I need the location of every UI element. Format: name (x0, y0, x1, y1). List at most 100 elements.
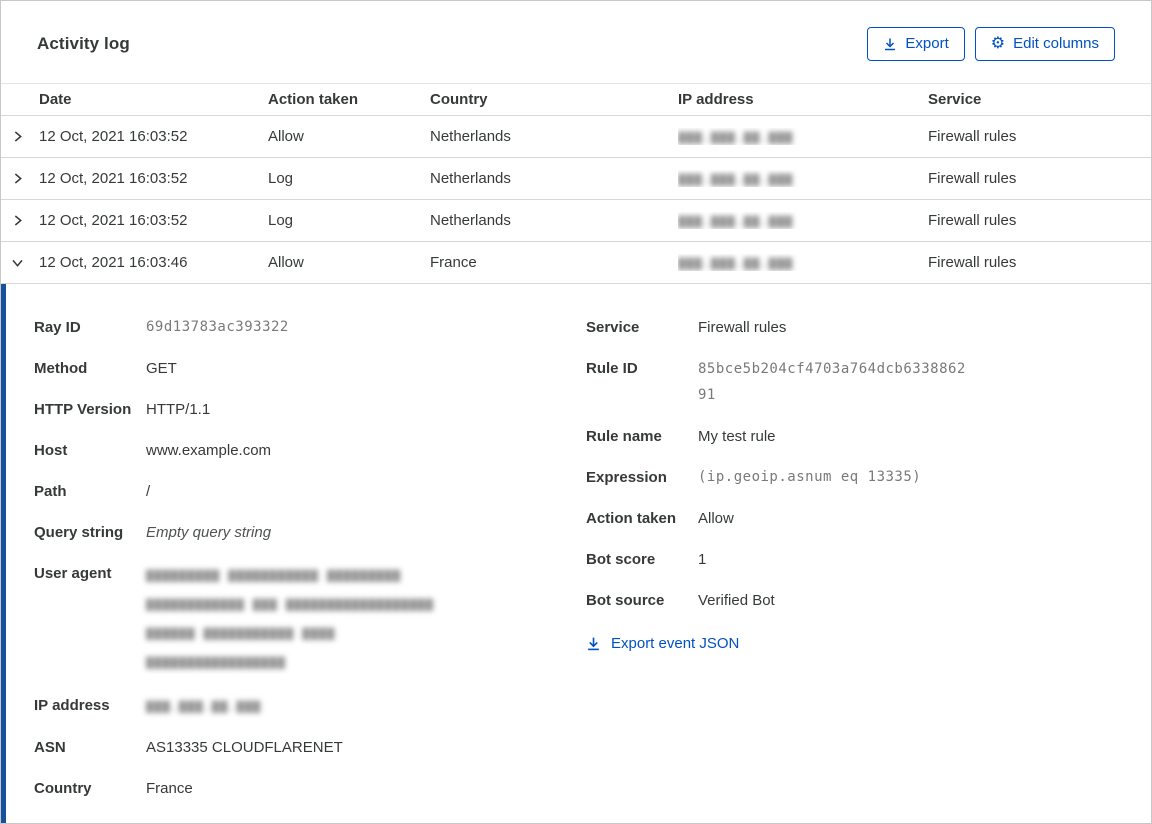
detail-label: Bot score (586, 551, 656, 568)
row-action: Allow (268, 128, 304, 145)
download-icon (883, 37, 897, 51)
row-service: Firewall rules (928, 254, 1017, 271)
redacted-line: ▇▇▇▇▇▇▇▇▇▇▇▇▇▇▇▇▇ (146, 655, 286, 669)
detail-value: Empty query string (146, 524, 272, 541)
detail-label: Service (586, 319, 640, 336)
detail-value: 1 (698, 551, 707, 568)
row-country: Netherlands (430, 212, 511, 229)
detail-label: Ray ID (34, 319, 81, 336)
download-icon (586, 636, 601, 651)
row-country: Netherlands (430, 128, 511, 145)
column-header-service: Service (928, 91, 982, 108)
detail-value: Allow (698, 510, 734, 527)
detail-row-http-version: HTTP Version HTTP/1.1 (34, 397, 586, 422)
detail-row-bot-source: Bot source Verified Bot (586, 588, 1115, 613)
detail-value: France (146, 780, 193, 797)
row-ip-redacted: ▇▇▇.▇▇▇.▇▇.▇▇▇ (678, 172, 794, 186)
table-row-expanded[interactable]: 12 Oct, 2021 16:03:46 Allow France ▇▇▇.▇… (1, 242, 1151, 284)
detail-label: Host (34, 442, 68, 459)
column-header-date: Date (39, 91, 72, 108)
row-action: Log (268, 170, 294, 187)
detail-value: Firewall rules (698, 319, 787, 336)
row-service: Firewall rules (928, 128, 1017, 145)
detail-row-rule-id: Rule ID 85bce5b204cf4703a764dcb633886291 (586, 356, 1115, 408)
row-action: Allow (268, 254, 304, 271)
detail-row-host: Host www.example.com (34, 438, 586, 463)
export-event-json-label: Export event JSON (611, 635, 740, 652)
detail-row-country: Country France (34, 776, 586, 801)
detail-label: IP address (34, 697, 110, 714)
toolbar-buttons: Export ⚙ Edit columns (867, 27, 1115, 61)
redacted-line: ▇▇▇▇▇▇▇▇▇▇▇▇ ▇▇▇ ▇▇▇▇▇▇▇▇▇▇▇▇▇▇▇▇▇▇ (146, 597, 434, 611)
redacted-line: ▇▇▇▇▇▇▇▇▇ ▇▇▇▇▇▇▇▇▇▇▇ ▇▇▇▇▇▇▇▇▇ (146, 568, 401, 582)
collapse-chevron-down-icon[interactable] (1, 255, 39, 270)
redacted-line: ▇▇▇▇▇▇ ▇▇▇▇▇▇▇▇▇▇▇ ▇▇▇▇ (146, 626, 336, 640)
column-header-ip: IP address (678, 91, 754, 108)
row-ip-redacted: ▇▇▇.▇▇▇.▇▇.▇▇▇ (678, 214, 794, 228)
detail-label: Rule ID (586, 360, 638, 377)
detail-row-expression: Expression (ip.geoip.asnum eq 13335) (586, 465, 1115, 490)
detail-label: User agent (34, 565, 112, 582)
detail-row-asn: ASN AS13335 CLOUDFLARENET (34, 735, 586, 760)
detail-value: GET (146, 360, 177, 377)
detail-value: HTTP/1.1 (146, 401, 211, 418)
detail-value: AS13335 CLOUDFLARENET (146, 739, 343, 756)
page-title: Activity log (37, 34, 130, 53)
detail-row-rule-name: Rule name My test rule (586, 424, 1115, 449)
expand-chevron-right-icon[interactable] (1, 129, 39, 144)
event-detail-panel: Ray ID 69d13783ac393322 Method GET HTTP … (1, 284, 1151, 823)
table-row[interactable]: 12 Oct, 2021 16:03:52 Allow Netherlands … (1, 116, 1151, 158)
detail-value: 69d13783ac393322 (146, 319, 289, 335)
expand-chevron-right-icon[interactable] (1, 213, 39, 228)
detail-row-query-string: Query string Empty query string (34, 520, 586, 545)
expand-chevron-right-icon[interactable] (1, 171, 39, 186)
row-date: 12 Oct, 2021 16:03:52 (39, 212, 188, 229)
edit-columns-button[interactable]: ⚙ Edit columns (974, 27, 1115, 61)
table-row[interactable]: 12 Oct, 2021 16:03:52 Log Netherlands ▇▇… (1, 158, 1151, 200)
detail-value: www.example.com (146, 442, 272, 459)
detail-value-redacted: ▇▇▇.▇▇▇.▇▇.▇▇▇ (146, 699, 262, 713)
toolbar: Activity log Export ⚙ Edit columns (1, 1, 1151, 83)
table-row[interactable]: 12 Oct, 2021 16:03:52 Log Netherlands ▇▇… (1, 200, 1151, 242)
column-header-country: Country (430, 91, 488, 108)
detail-label: Expression (586, 469, 667, 486)
row-country: Netherlands (430, 170, 511, 187)
table-header: Date Action taken Country IP address Ser… (1, 83, 1151, 116)
detail-label: Rule name (586, 428, 662, 445)
detail-value: Verified Bot (698, 592, 775, 609)
detail-row-bot-score: Bot score 1 (586, 547, 1115, 572)
detail-row-ray-id: Ray ID 69d13783ac393322 (34, 315, 586, 340)
detail-row-method: Method GET (34, 356, 586, 381)
row-date: 12 Oct, 2021 16:03:46 (39, 254, 188, 271)
detail-row-service: Service Firewall rules (586, 315, 1115, 340)
column-header-action: Action taken (268, 91, 359, 108)
export-button[interactable]: Export (867, 27, 965, 61)
detail-label: HTTP Version (34, 401, 132, 418)
detail-label: Query string (34, 524, 124, 541)
detail-label: Path (34, 483, 67, 500)
row-country: France (430, 254, 477, 271)
detail-value: / (146, 483, 151, 500)
row-action: Log (268, 212, 294, 229)
row-service: Firewall rules (928, 212, 1017, 229)
detail-row-path: Path / (34, 479, 586, 504)
detail-left-column: Ray ID 69d13783ac393322 Method GET HTTP … (34, 315, 586, 817)
detail-label: Country (34, 780, 92, 797)
detail-label: Action taken (586, 510, 677, 527)
activity-log-card: Activity log Export ⚙ Edit columns Date … (0, 0, 1152, 824)
detail-value: My test rule (698, 428, 776, 445)
detail-row-user-agent: User agent ▇▇▇▇▇▇▇▇▇ ▇▇▇▇▇▇▇▇▇▇▇ ▇▇▇▇▇▇▇… (34, 561, 586, 677)
gear-icon: ⚙ (990, 35, 1006, 52)
detail-row-action-taken: Action taken Allow (586, 506, 1115, 531)
detail-label: Method (34, 360, 88, 377)
detail-row-ip-address: IP address ▇▇▇.▇▇▇.▇▇.▇▇▇ (34, 693, 586, 719)
detail-value: 85bce5b204cf4703a764dcb633886291 (698, 361, 966, 403)
row-ip-redacted: ▇▇▇.▇▇▇.▇▇.▇▇▇ (678, 256, 794, 270)
export-event-json-link[interactable]: Export event JSON (586, 635, 739, 652)
edit-columns-button-label: Edit columns (1013, 35, 1099, 52)
row-ip-redacted: ▇▇▇.▇▇▇.▇▇.▇▇▇ (678, 130, 794, 144)
detail-label: Bot source (586, 592, 665, 609)
row-service: Firewall rules (928, 170, 1017, 187)
detail-label: ASN (34, 739, 66, 756)
row-date: 12 Oct, 2021 16:03:52 (39, 128, 188, 145)
